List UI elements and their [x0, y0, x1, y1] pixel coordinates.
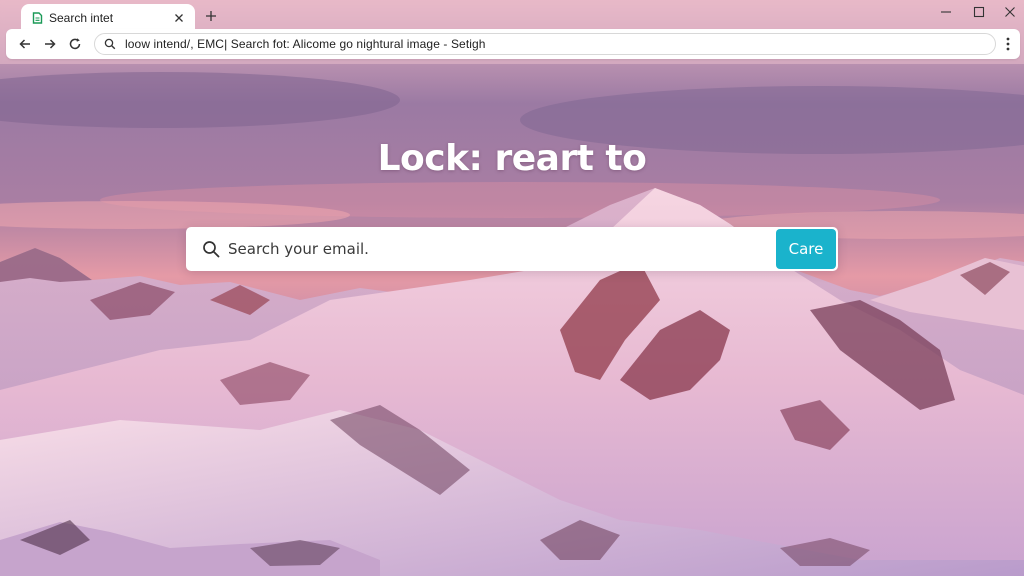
search-submit-button[interactable]: Care — [776, 229, 836, 269]
browser-tab[interactable]: Search intet — [21, 4, 195, 31]
window-close-icon[interactable] — [999, 3, 1021, 21]
reload-icon[interactable] — [66, 35, 84, 53]
tab-title: Search intet — [49, 10, 114, 25]
tab-strip: Search intet — [0, 0, 1024, 31]
arrow-right-icon[interactable] — [41, 35, 59, 53]
address-bar[interactable]: loow intend/, EMC| Search fot: Alicome g… — [94, 33, 996, 55]
minimize-icon[interactable] — [935, 3, 957, 21]
background-mountain-image — [0, 0, 1024, 576]
page-icon — [31, 11, 43, 24]
maximize-icon[interactable] — [968, 3, 990, 21]
search-bar: Care — [186, 227, 838, 271]
kebab-menu-icon[interactable] — [1001, 35, 1015, 53]
arrow-left-icon[interactable] — [16, 35, 34, 53]
browser-chrome: Search intet loow intend/, EMC| Search f… — [0, 0, 1024, 64]
close-icon[interactable] — [171, 10, 187, 26]
plus-icon[interactable] — [202, 7, 220, 25]
search-icon — [203, 241, 220, 258]
page-headline: Lock: reart to — [377, 138, 647, 179]
address-url: loow intend/, EMC| Search fot: Alicome g… — [125, 37, 486, 51]
search-input[interactable] — [228, 233, 768, 265]
search-icon — [103, 37, 117, 51]
browser-toolbar: loow intend/, EMC| Search fot: Alicome g… — [6, 29, 1020, 59]
